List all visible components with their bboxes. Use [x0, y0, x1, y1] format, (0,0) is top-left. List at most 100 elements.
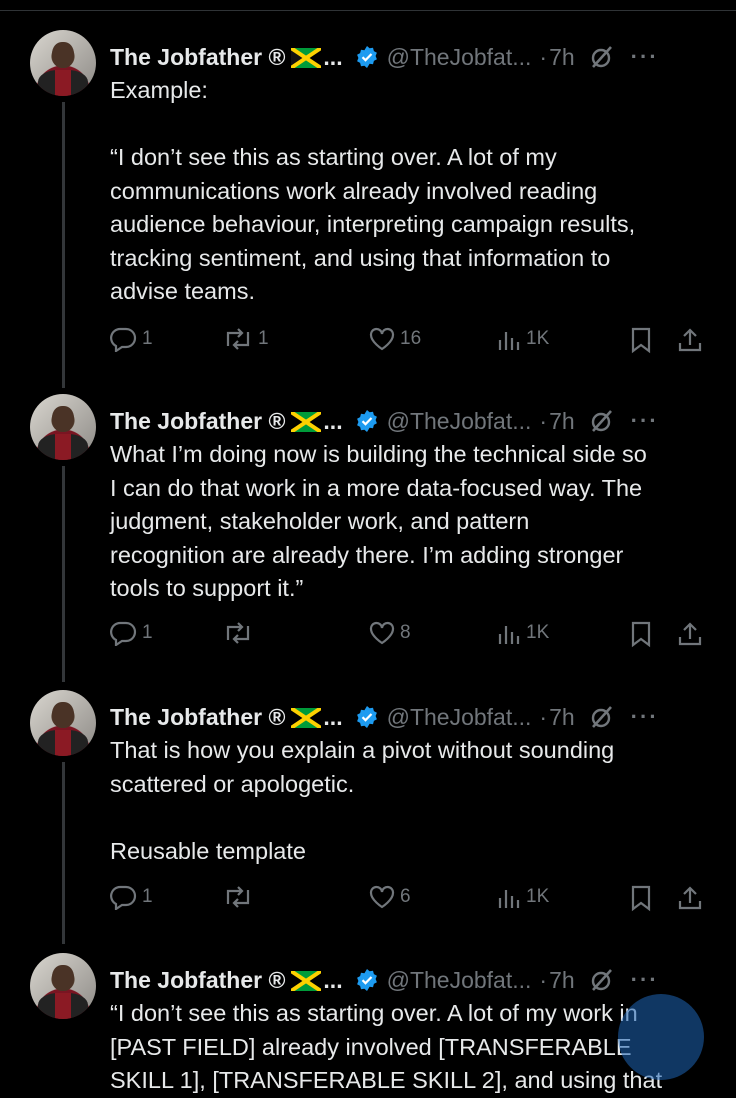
verified-badge-icon: [355, 705, 379, 729]
timestamp[interactable]: 7h: [549, 44, 575, 71]
bookmark-button[interactable]: [628, 620, 654, 648]
share-icon: [678, 328, 702, 352]
author-handle[interactable]: @TheJobfat...: [387, 44, 532, 71]
repost-button[interactable]: [222, 884, 258, 910]
verified-badge-icon: [355, 968, 379, 992]
tweet-actions: 1 6 1K: [108, 884, 708, 914]
views-count: 1K: [526, 886, 550, 907]
grok-icon[interactable]: [589, 408, 615, 434]
repost-icon: [226, 328, 250, 350]
tweet-header: The Jobfather ® ... @TheJobfat... · 7h ·…: [110, 700, 659, 734]
share-icon: [678, 886, 702, 910]
author-handle[interactable]: @TheJobfat...: [387, 704, 532, 731]
separator: ·: [539, 43, 548, 70]
avatar[interactable]: [30, 690, 96, 756]
reply-button[interactable]: 1: [108, 884, 153, 910]
like-icon: [369, 621, 395, 645]
reply-icon: [110, 621, 137, 646]
verified-badge-icon: [355, 409, 379, 433]
author-name[interactable]: The Jobfather ®: [110, 967, 285, 994]
more-icon[interactable]: ···: [631, 408, 659, 434]
like-icon: [369, 327, 395, 351]
thread-line: [62, 102, 65, 388]
name-ellipsis: ...: [323, 966, 343, 993]
views-icon: [498, 890, 520, 908]
avatar[interactable]: [30, 394, 96, 460]
bookmark-icon: [631, 885, 651, 912]
views-icon: [498, 626, 520, 644]
thread-line: [62, 762, 65, 944]
grok-icon[interactable]: [589, 44, 615, 70]
tweet-actions: 1 1 16 1K: [108, 326, 708, 356]
name-ellipsis: ...: [323, 703, 343, 730]
like-count: 6: [400, 886, 411, 907]
grok-icon[interactable]: [589, 967, 615, 993]
tweet-text: What I’m doing now is building the techn…: [110, 441, 647, 601]
timestamp[interactable]: 7h: [549, 967, 575, 994]
like-button[interactable]: 16: [368, 326, 421, 352]
top-divider: [0, 10, 736, 11]
tweet-header: The Jobfather ® ... @TheJobfat... · 7h ·…: [110, 40, 659, 74]
reply-icon: [110, 885, 137, 910]
share-button[interactable]: [676, 884, 704, 912]
separator: ·: [539, 703, 548, 730]
separator: ·: [539, 407, 548, 434]
name-ellipsis: ...: [323, 407, 343, 434]
refresh-floating-button[interactable]: [618, 994, 704, 1080]
repost-icon: [226, 622, 250, 644]
verified-badge-icon: [355, 45, 379, 69]
name-ellipsis: ...: [323, 43, 343, 70]
avatar[interactable]: [30, 30, 96, 96]
views-count: 1K: [526, 622, 550, 643]
timestamp[interactable]: 7h: [549, 704, 575, 731]
more-icon[interactable]: ···: [631, 967, 659, 993]
repost-icon: [226, 886, 250, 908]
bookmark-icon: [631, 621, 651, 648]
timestamp[interactable]: 7h: [549, 408, 575, 435]
views-button[interactable]: 1K: [496, 326, 549, 352]
jamaica-flag-icon: [290, 410, 323, 434]
separator: ·: [539, 966, 548, 993]
bookmark-button[interactable]: [628, 326, 654, 354]
more-icon[interactable]: ···: [631, 704, 659, 730]
reply-count: 1: [142, 886, 153, 907]
tweet-text: Example: “I don’t see this as starting o…: [110, 77, 636, 304]
share-button[interactable]: [676, 326, 704, 354]
author-name[interactable]: The Jobfather ®: [110, 44, 285, 71]
author-name[interactable]: The Jobfather ®: [110, 408, 285, 435]
repost-count: 1: [258, 328, 269, 349]
jamaica-flag-icon: [290, 969, 323, 993]
like-count: 16: [400, 328, 422, 349]
views-icon: [498, 332, 520, 350]
bookmark-button[interactable]: [628, 884, 654, 912]
views-button[interactable]: 1K: [496, 620, 549, 646]
author-name[interactable]: The Jobfather ®: [110, 704, 285, 731]
repost-button[interactable]: 1: [222, 326, 269, 352]
more-icon[interactable]: ···: [631, 44, 659, 70]
reply-button[interactable]: 1: [108, 326, 153, 352]
views-count: 1K: [526, 328, 550, 349]
tweet-header: The Jobfather ® ... @TheJobfat... · 7h ·…: [110, 963, 659, 997]
share-button[interactable]: [676, 620, 704, 648]
repost-button[interactable]: [222, 620, 258, 646]
grok-icon[interactable]: [589, 704, 615, 730]
author-handle[interactable]: @TheJobfat...: [387, 967, 532, 994]
reply-count: 1: [142, 622, 153, 643]
avatar[interactable]: [30, 953, 96, 1019]
thread-line: [62, 466, 65, 682]
reply-count: 1: [142, 328, 153, 349]
like-button[interactable]: 8: [368, 620, 411, 646]
reply-icon: [110, 327, 137, 352]
bookmark-icon: [631, 327, 651, 354]
reply-button[interactable]: 1: [108, 620, 153, 646]
author-handle[interactable]: @TheJobfat...: [387, 408, 532, 435]
like-count: 8: [400, 622, 411, 643]
like-icon: [369, 885, 395, 909]
share-icon: [678, 622, 702, 646]
jamaica-flag-icon: [290, 706, 323, 730]
tweet-actions: 1 8 1K: [108, 620, 708, 650]
like-button[interactable]: 6: [368, 884, 411, 910]
views-button[interactable]: 1K: [496, 884, 549, 910]
tweet-text: That is how you explain a pivot without …: [110, 737, 615, 864]
jamaica-flag-icon: [290, 46, 323, 70]
